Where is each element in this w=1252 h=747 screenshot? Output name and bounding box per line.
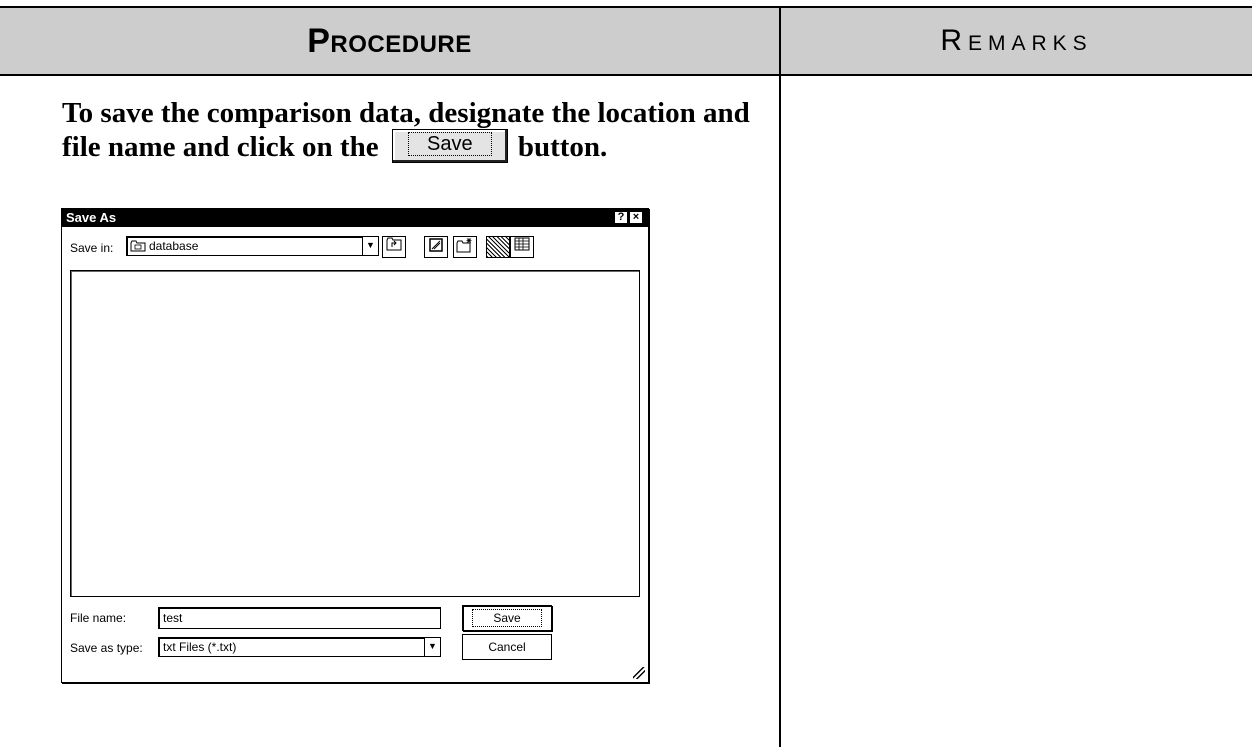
inline-save-button: Save (391, 129, 508, 164)
list-view-icon[interactable] (486, 236, 510, 258)
column-divider (779, 6, 781, 747)
resize-grip-icon[interactable] (633, 667, 645, 679)
up-folder-icon[interactable] (382, 236, 406, 258)
save-in-label: Save in: (70, 241, 114, 255)
save-as-dialog: Save As ? × Save in: database ▼ File nam… (61, 208, 649, 683)
details-view-icon[interactable] (510, 236, 534, 258)
folder-icon (130, 240, 146, 255)
file-name-label: File name: (70, 611, 127, 625)
dialog-titlebar: Save As ? × (62, 209, 648, 227)
new-folder-icon[interactable] (453, 236, 477, 258)
save-as-type-label: Save as type: (70, 641, 143, 655)
table-header: Procedure Remarks (0, 6, 1252, 76)
file-name-field[interactable]: test (158, 607, 441, 629)
procedure-heading: Procedure (307, 21, 472, 60)
save-as-type-combo[interactable]: txt Files (*.txt) ▼ (158, 637, 441, 657)
instruction-text: To save the comparison data, designate t… (62, 96, 774, 166)
instruction-text-after: button. (517, 131, 608, 163)
dialog-title: Save As (66, 210, 117, 225)
save-button-label: Save (472, 609, 542, 627)
save-in-combo[interactable]: database ▼ (126, 236, 379, 256)
file-name-value: test (163, 611, 183, 625)
save-in-value: database (149, 239, 199, 253)
chevron-down-icon[interactable]: ▼ (362, 237, 378, 255)
close-button[interactable]: × (629, 211, 643, 224)
save-button[interactable]: Save (462, 605, 552, 631)
inline-save-button-label: Save (408, 132, 492, 157)
help-button[interactable]: ? (614, 211, 628, 224)
cancel-button[interactable]: Cancel (462, 634, 552, 660)
save-as-type-value: txt Files (*.txt) (163, 640, 237, 654)
remarks-heading: Remarks (940, 24, 1093, 57)
chevron-down-icon[interactable]: ▼ (424, 638, 440, 656)
desktop-icon[interactable] (424, 236, 448, 258)
file-list[interactable] (70, 270, 640, 597)
